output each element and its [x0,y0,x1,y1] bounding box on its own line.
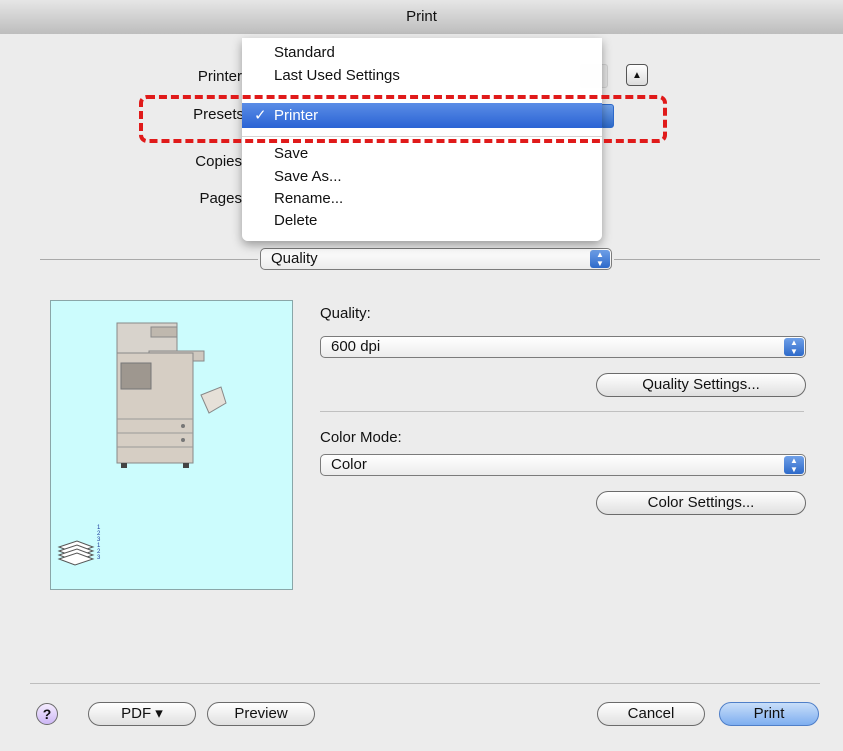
section-divider [320,411,804,412]
color-mode-popup-value: Color [331,456,367,473]
page-order-numbers: 1 2 3 1 2 3 [97,525,101,561]
help-button[interactable]: ? [36,703,58,725]
color-mode-label: Color Mode: [320,429,402,446]
quality-settings-button[interactable]: Quality Settings... [596,373,806,397]
popup-arrows-icon: ▲ ▼ [784,456,804,474]
panel-popup[interactable]: Quality ▲ ▼ [260,248,612,270]
popup-arrows-icon: ▲ ▼ [784,338,804,356]
menu-item-save[interactable]: Save [274,145,308,162]
separator-right [614,259,820,260]
quality-popup[interactable]: 600 dpi ▲ ▼ [320,336,806,358]
copies-label: Copies [195,153,242,170]
disclosure-button[interactable]: ▲ [626,64,648,86]
quality-popup-value: 600 dpi [331,338,381,355]
preview-button[interactable]: Preview [207,702,315,726]
menu-item-save-as[interactable]: Save As... [274,168,342,185]
popup-arrows-icon: ▲ ▼ [590,250,610,268]
cancel-button[interactable]: Cancel [597,702,705,726]
print-button[interactable]: Print [719,702,819,726]
menu-item-delete[interactable]: Delete [274,212,317,229]
quality-label: Quality: [320,305,371,322]
printer-label: Printer [197,68,242,85]
color-mode-popup[interactable]: Color ▲ ▼ [320,454,806,476]
menu-item-standard[interactable]: Standard [274,44,335,61]
pages-label: Pages [199,190,242,207]
annotation-highlight [139,95,667,143]
copier-illustration-icon [57,322,227,566]
triangle-up-icon: ▲ [632,69,642,81]
panel-popup-value: Quality [271,250,318,267]
separator-left [40,259,258,260]
pdf-button[interactable]: PDF ▾ [88,702,196,726]
menu-item-last-used[interactable]: Last Used Settings [274,67,400,84]
printer-preview: 1 2 3 1 2 3 [50,300,293,590]
window-title: Print [0,0,843,35]
menu-item-rename[interactable]: Rename... [274,190,343,207]
color-settings-button[interactable]: Color Settings... [596,491,806,515]
bottom-divider [30,683,820,684]
